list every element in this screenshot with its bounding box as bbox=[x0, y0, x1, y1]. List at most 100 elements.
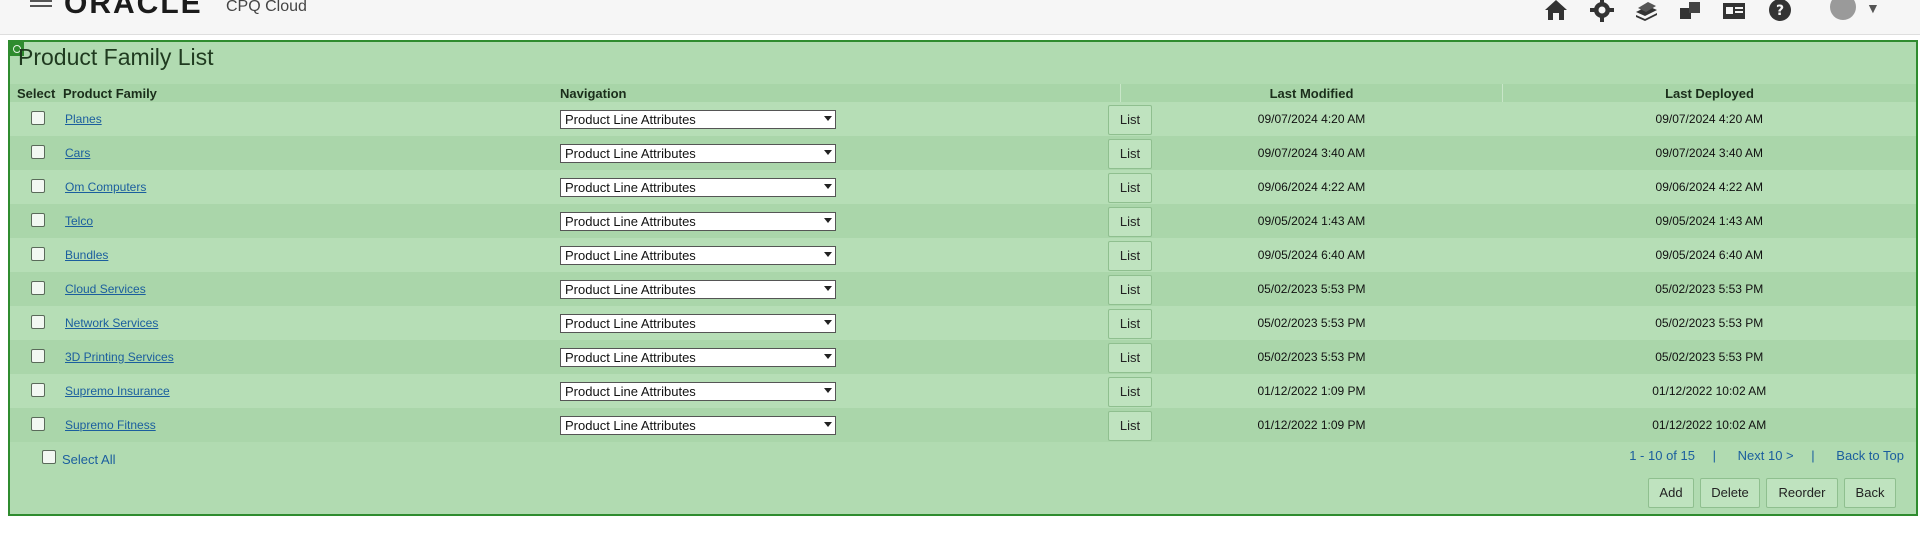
product-family-link[interactable]: Network Services bbox=[65, 316, 158, 330]
row-checkbox[interactable] bbox=[31, 246, 45, 261]
last-modified-cell: 05/02/2023 5:53 PM bbox=[1120, 340, 1503, 374]
boxes-icon[interactable] bbox=[1676, 0, 1704, 24]
table-row: Planes Product Line Attributes List 09/07/2… bbox=[10, 102, 1916, 136]
list-button[interactable]: List bbox=[1108, 241, 1152, 271]
navigation-select[interactable]: Product Line Attributes bbox=[560, 177, 836, 197]
navigation-cell: Product Line Attributes List bbox=[560, 272, 1152, 306]
list-button[interactable]: List bbox=[1108, 139, 1152, 169]
row-checkbox[interactable] bbox=[31, 382, 45, 397]
list-button[interactable]: List bbox=[1108, 173, 1152, 203]
delete-button[interactable]: Delete bbox=[1700, 478, 1760, 508]
table-header-row: Select Product Family Navigation Last Mo… bbox=[10, 84, 1916, 102]
back-button[interactable]: Back bbox=[1844, 478, 1896, 508]
list-button[interactable]: List bbox=[1108, 105, 1152, 135]
row-checkbox[interactable] bbox=[31, 348, 45, 363]
product-family-panel: Product Family List Select Product Famil… bbox=[8, 40, 1918, 516]
oracle-logo: ORACLE bbox=[64, 0, 203, 20]
navigation-select-value: Product Line Attributes bbox=[565, 417, 696, 433]
last-modified-cell: 01/12/2022 1:09 PM bbox=[1120, 374, 1503, 408]
select-all-label[interactable]: Select All bbox=[62, 452, 115, 467]
help-icon[interactable]: ? bbox=[1766, 0, 1794, 24]
navigation-select[interactable]: Product Line Attributes bbox=[560, 347, 836, 367]
row-checkbox[interactable] bbox=[31, 416, 45, 431]
add-button[interactable]: Add bbox=[1648, 478, 1694, 508]
pager-separator: | bbox=[1811, 448, 1815, 463]
gear-icon[interactable] bbox=[1588, 0, 1616, 24]
product-family-cell: Telco bbox=[63, 204, 560, 238]
product-family-cell: Cars bbox=[63, 136, 560, 170]
caret-down-icon[interactable]: ▼ bbox=[1866, 0, 1880, 16]
top-bar: ORACLE CPQ Cloud ? ▼ bbox=[0, 0, 1920, 35]
navigation-select-value: Product Line Attributes bbox=[565, 213, 696, 229]
dropdown-arrow-icon bbox=[824, 421, 832, 427]
row-checkbox[interactable] bbox=[31, 110, 45, 125]
row-checkbox[interactable] bbox=[31, 280, 45, 295]
action-buttons: Add Delete Reorder Back bbox=[1648, 478, 1914, 508]
product-family-link[interactable]: Cloud Services bbox=[65, 282, 146, 296]
product-family-link[interactable]: Cars bbox=[65, 146, 90, 160]
product-family-cell: Cloud Services bbox=[63, 272, 560, 306]
navigation-select[interactable]: Product Line Attributes bbox=[560, 381, 836, 401]
navigation-select[interactable]: Product Line Attributes bbox=[560, 415, 836, 435]
product-family-table: Select Product Family Navigation Last Mo… bbox=[10, 84, 1916, 442]
list-button[interactable]: List bbox=[1108, 411, 1152, 441]
product-family-link[interactable]: 3D Printing Services bbox=[65, 350, 174, 364]
select-cell bbox=[10, 374, 63, 408]
last-deployed-cell: 05/02/2023 5:53 PM bbox=[1502, 306, 1916, 340]
select-cell bbox=[10, 170, 63, 204]
navigation-select-value: Product Line Attributes bbox=[565, 281, 696, 297]
navigation-select[interactable]: Product Line Attributes bbox=[560, 143, 836, 163]
product-family-link[interactable]: Planes bbox=[65, 112, 102, 126]
select-cell bbox=[10, 408, 63, 442]
navigation-select[interactable]: Product Line Attributes bbox=[560, 279, 836, 299]
select-all-checkbox[interactable] bbox=[42, 450, 56, 464]
col-select: Select bbox=[10, 84, 63, 102]
navigation-select[interactable]: Product Line Attributes bbox=[560, 211, 836, 231]
app-name: CPQ Cloud bbox=[226, 0, 307, 15]
user-avatar[interactable] bbox=[1830, 0, 1856, 20]
navigation-select[interactable]: Product Line Attributes bbox=[560, 245, 836, 265]
last-deployed-cell: 01/12/2022 10:02 AM bbox=[1502, 374, 1916, 408]
home-icon[interactable] bbox=[1542, 0, 1570, 24]
navigation-cell: Product Line Attributes List bbox=[560, 136, 1152, 170]
product-family-link[interactable]: Om Computers bbox=[65, 180, 146, 194]
dropdown-arrow-icon bbox=[824, 319, 832, 325]
list-button[interactable]: List bbox=[1108, 275, 1152, 305]
list-button[interactable]: List bbox=[1108, 207, 1152, 237]
reorder-button[interactable]: Reorder bbox=[1766, 478, 1838, 508]
table-row: Telco Product Line Attributes List 09/05/20… bbox=[10, 204, 1916, 238]
product-family-link[interactable]: Supremo Insurance bbox=[65, 384, 170, 398]
back-to-top-link[interactable]: Back to Top bbox=[1836, 448, 1904, 463]
table-row: Om Computers Product Line Attributes List 0… bbox=[10, 170, 1916, 204]
product-family-link[interactable]: Supremo Fitness bbox=[65, 418, 156, 432]
col-last-deployed: Last Deployed bbox=[1502, 84, 1916, 102]
row-checkbox[interactable] bbox=[31, 178, 45, 193]
select-cell bbox=[10, 340, 63, 374]
row-checkbox[interactable] bbox=[31, 314, 45, 329]
table-row: Supremo Fitness Product Line Attributes Li… bbox=[10, 408, 1916, 442]
navigation-select[interactable]: Product Line Attributes bbox=[560, 313, 836, 333]
navigation-select[interactable]: Product Line Attributes bbox=[560, 109, 836, 129]
select-cell bbox=[10, 272, 63, 306]
next-page-link[interactable]: Next 10 > bbox=[1738, 448, 1794, 463]
list-button[interactable]: List bbox=[1108, 343, 1152, 373]
dropdown-arrow-icon bbox=[824, 149, 832, 155]
navigation-select-value: Product Line Attributes bbox=[565, 383, 696, 399]
col-navigation: Navigation bbox=[560, 84, 1121, 102]
table-footer: Select All 1 - 10 of 15 | Next 10 > | Ba… bbox=[10, 446, 1916, 470]
product-family-link[interactable]: Bundles bbox=[65, 248, 108, 262]
select-cell bbox=[10, 204, 63, 238]
last-modified-cell: 09/07/2024 4:20 AM bbox=[1120, 102, 1503, 136]
last-deployed-cell: 09/07/2024 3:40 AM bbox=[1502, 136, 1916, 170]
id-card-icon[interactable] bbox=[1720, 0, 1748, 24]
row-checkbox[interactable] bbox=[31, 212, 45, 227]
col-product-family: Product Family bbox=[63, 84, 560, 102]
stack-icon[interactable] bbox=[1632, 0, 1660, 24]
last-deployed-cell: 09/07/2024 4:20 AM bbox=[1502, 102, 1916, 136]
hamburger-menu-icon[interactable] bbox=[30, 0, 52, 7]
row-checkbox[interactable] bbox=[31, 144, 45, 159]
list-button[interactable]: List bbox=[1108, 309, 1152, 339]
product-family-link[interactable]: Telco bbox=[65, 214, 93, 228]
product-family-cell: Supremo Insurance bbox=[63, 374, 560, 408]
list-button[interactable]: List bbox=[1108, 377, 1152, 407]
